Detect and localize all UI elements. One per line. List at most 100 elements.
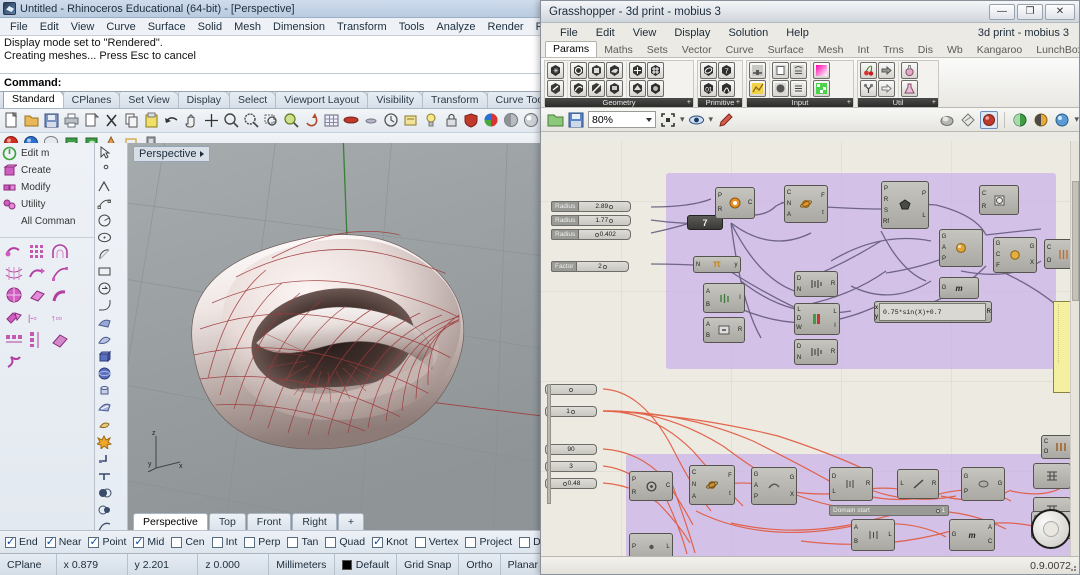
flask-cone-icon[interactable] <box>901 80 918 97</box>
slider-track[interactable] <box>545 384 597 395</box>
node-port-G[interactable]: G <box>996 241 1001 247</box>
slider-knob[interactable] <box>569 387 573 392</box>
rhino-menu-edit[interactable]: Edit <box>34 21 65 33</box>
node-prs-pl[interactable]: P R S Rf PL <box>881 181 929 229</box>
node-port-L[interactable]: L <box>666 544 669 550</box>
history-icon[interactable] <box>382 111 401 130</box>
node-gcf-gx[interactable]: GAP <box>939 229 983 267</box>
status-layer[interactable]: Default <box>335 554 398 575</box>
slider-track[interactable]: 1.77 <box>579 215 632 226</box>
node-port-D[interactable]: D <box>797 316 801 322</box>
gh-tab-surface[interactable]: Surface <box>761 43 811 57</box>
rhino-menu-solid[interactable]: Solid <box>192 21 228 33</box>
sidebar-item-all-commands[interactable]: All Comman <box>2 213 94 230</box>
arrow-right-outline-icon[interactable] <box>878 80 895 97</box>
gh-tab-vector[interactable]: Vector <box>675 43 719 57</box>
minimize-button[interactable]: — <box>989 3 1015 20</box>
cut-icon[interactable] <box>102 111 121 130</box>
node-port-D[interactable]: D <box>797 344 801 350</box>
gh-menu-view[interactable]: View <box>624 27 666 39</box>
fillet-icon[interactable] <box>97 298 112 313</box>
rhino-tab-curve-tools[interactable]: Curve Tools <box>486 92 545 108</box>
layer-small-icon[interactable] <box>362 111 381 130</box>
sidebar-item-edit-m[interactable]: Edit m <box>2 145 94 162</box>
boolean-union-icon[interactable] <box>97 485 112 500</box>
osnap-point[interactable]: Point <box>88 535 126 548</box>
node-port-A[interactable]: A <box>988 525 992 531</box>
gh-tab-curve[interactable]: Curve <box>719 43 761 57</box>
node-gm[interactable]: G m <box>939 277 979 299</box>
node-lower-12[interactable]: P L <box>629 533 673 556</box>
gh-tab-wb[interactable]: Wb <box>940 43 970 57</box>
node-port-A[interactable]: A <box>754 483 758 489</box>
node-port-F[interactable]: F <box>996 263 1000 269</box>
viewport-tab-right[interactable]: Right <box>292 513 337 530</box>
path-param-icon[interactable] <box>718 80 735 97</box>
expression-text[interactable]: 0.75*sin(X)+0.7 <box>879 303 986 321</box>
node-lower-7[interactable] <box>1033 463 1071 489</box>
gradient-input-icon[interactable] <box>813 62 830 79</box>
shade-sphere2-icon[interactable] <box>522 111 541 130</box>
node-lower-5[interactable]: L R <box>897 469 939 499</box>
node-port-C[interactable]: C <box>988 539 992 545</box>
status-cplane[interactable]: CPlane <box>0 554 57 575</box>
tree-icon[interactable] <box>860 80 877 97</box>
node-port-A[interactable]: A <box>692 494 696 500</box>
polyline-icon[interactable] <box>97 179 112 194</box>
osnap-vertex[interactable]: Vertex <box>414 536 458 548</box>
slider-radius-1[interactable]: Radius 2.89 <box>551 201 651 212</box>
control-points-curve-icon[interactable] <box>97 196 112 211</box>
slider-bottom-5[interactable]: 0.48 <box>545 478 603 489</box>
osnap-mid-checkbox[interactable] <box>133 535 145 548</box>
node-port-t[interactable]: t <box>729 491 731 497</box>
viewport-tab-top[interactable]: Top <box>208 513 246 530</box>
viewport-label[interactable]: Perspective <box>133 146 211 162</box>
colour-swatch-icon[interactable] <box>813 80 830 97</box>
node-port-R[interactable]: R <box>632 490 636 496</box>
node-port-P[interactable]: P <box>922 191 926 197</box>
osnap-point-checkbox[interactable] <box>88 535 100 548</box>
node-port-D[interactable]: D <box>797 276 801 282</box>
slider-knob[interactable] <box>570 409 575 414</box>
dolphin-icon[interactable] <box>97 417 112 432</box>
node-port-A[interactable]: A <box>787 212 791 218</box>
node-lower-1[interactable]: P R C <box>629 471 673 501</box>
slider-track[interactable]: 0.48 <box>545 478 597 489</box>
sweep-icon[interactable] <box>3 241 25 262</box>
ribbon-expand-primitive-icon[interactable]: + <box>736 99 740 106</box>
osnap-perp-checkbox[interactable] <box>244 536 256 548</box>
gh-menu-display[interactable]: Display <box>665 27 719 39</box>
node-port-G[interactable]: G <box>998 481 1003 487</box>
osnap-near[interactable]: Near <box>44 535 81 548</box>
node-port-P[interactable]: P <box>632 544 636 550</box>
blue-sphere-icon[interactable] <box>1053 111 1071 129</box>
node-port-P[interactable]: P <box>942 256 946 262</box>
ribbon-expand-geometry-icon[interactable]: + <box>687 99 691 106</box>
point-icon[interactable] <box>97 162 112 177</box>
render-shield-icon[interactable] <box>462 111 481 130</box>
align-left-icon[interactable]: |-▫ <box>26 307 48 328</box>
save-disk-icon[interactable] <box>567 111 585 129</box>
node-port-P[interactable]: P <box>632 477 636 483</box>
node-port-N[interactable]: N <box>797 287 801 293</box>
node-port-G[interactable]: G <box>952 532 957 538</box>
node-port-O[interactable]: O <box>1047 258 1052 264</box>
osnap-cen-checkbox[interactable] <box>171 536 183 548</box>
node-port-R[interactable]: R <box>718 207 722 213</box>
surface-sweep-icon[interactable] <box>97 332 112 347</box>
gh-menu-file[interactable]: File <box>551 27 587 39</box>
node-port-C[interactable]: C <box>1044 439 1048 445</box>
slider-input-icon[interactable] <box>749 62 766 79</box>
boolean-param-icon[interactable] <box>700 62 717 79</box>
knob-input-icon[interactable] <box>772 80 789 97</box>
node-lower-2[interactable]: CNA Ft <box>689 465 735 505</box>
node-port-G[interactable]: G <box>964 474 969 480</box>
node-port-R[interactable]: R <box>884 197 888 203</box>
ribbon-expand-input-icon[interactable]: + <box>847 99 851 106</box>
mesh-grid-icon[interactable] <box>647 62 664 79</box>
node-port-C[interactable]: C <box>1047 245 1051 251</box>
subd-param-icon[interactable] <box>647 80 664 97</box>
node-port-G[interactable]: G <box>942 234 947 240</box>
node-expression[interactable]: x y 0.75*sin(X)+0.7 R <box>874 301 992 323</box>
rhino-viewport[interactable]: Perspective z y x Perspective Top Front … <box>128 143 545 530</box>
